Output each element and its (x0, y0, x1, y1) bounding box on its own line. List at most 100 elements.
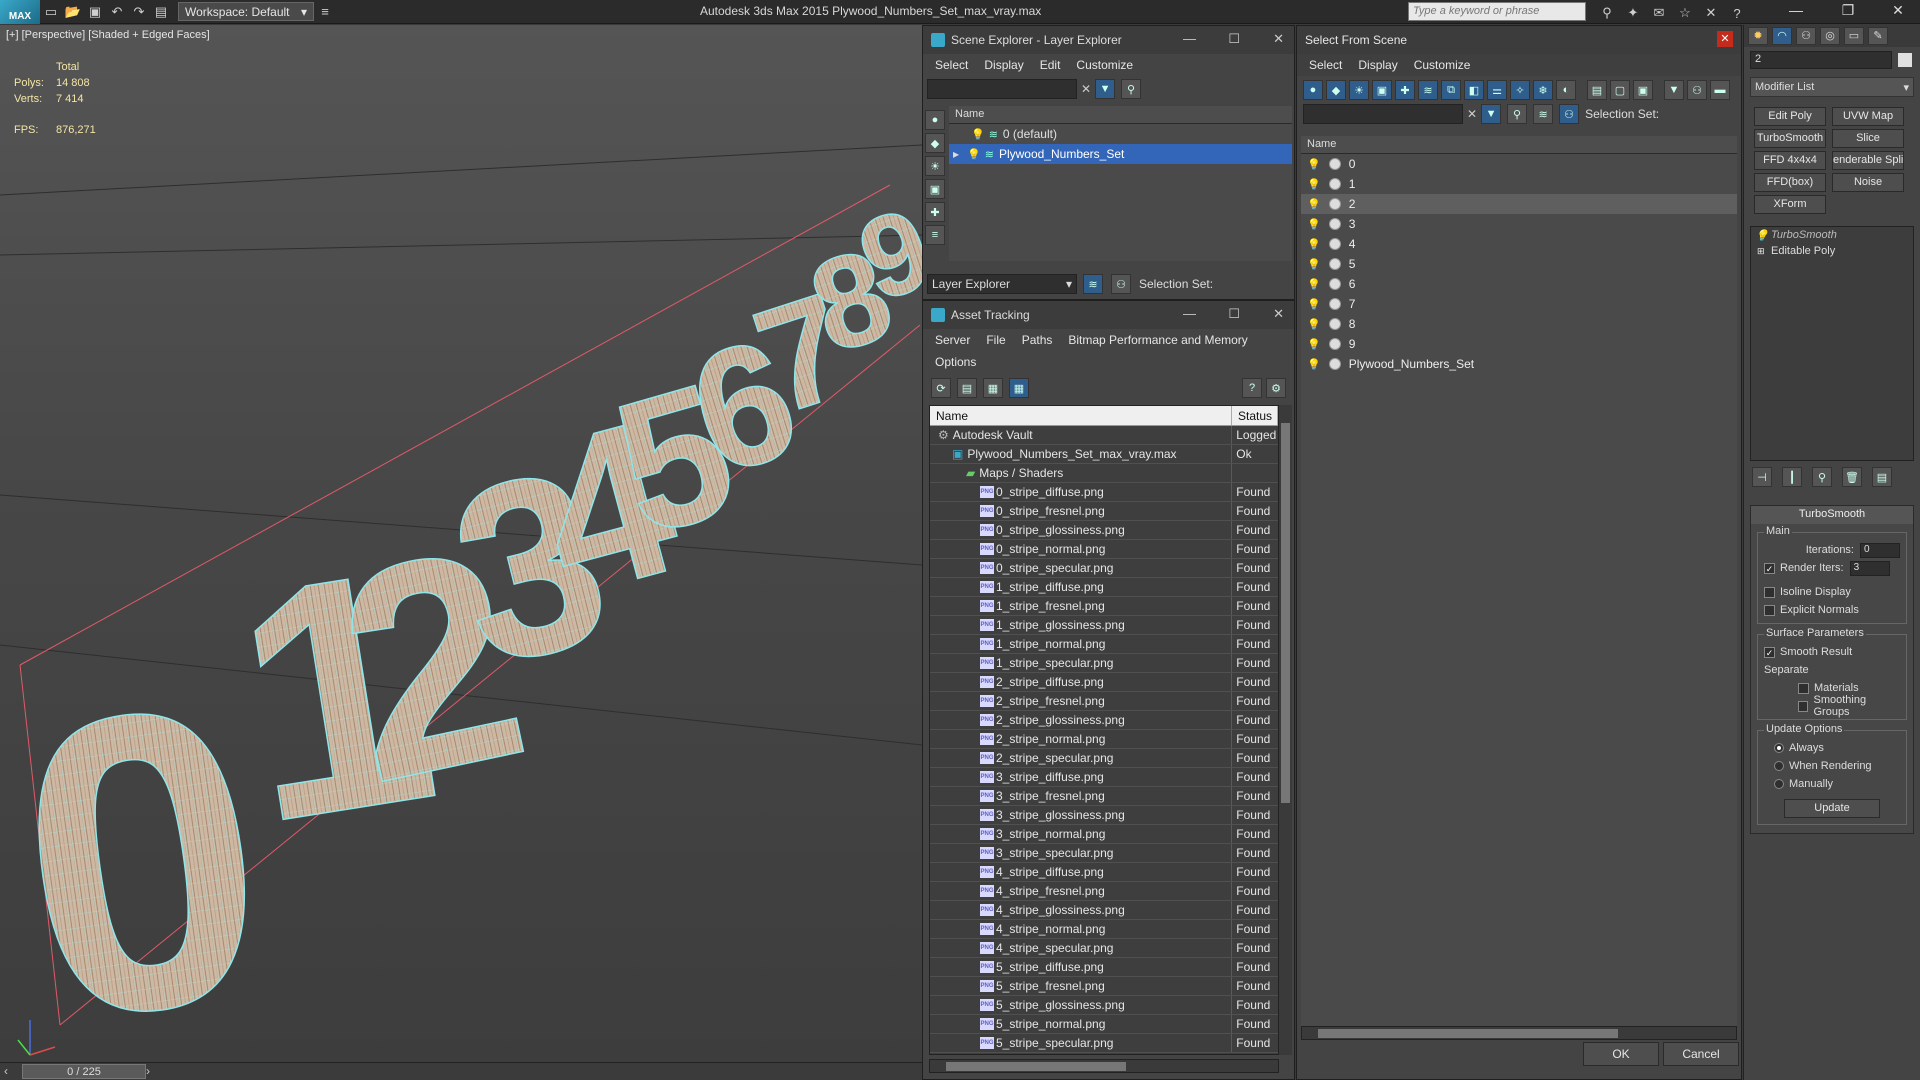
filter-icon[interactable]: ▼ (1095, 79, 1116, 99)
geometry-filter-icon[interactable]: ● (1303, 80, 1323, 100)
asset-row[interactable]: PNG 0_stripe_glossiness.png Found (930, 521, 1278, 540)
asset-row[interactable]: PNG 4_stripe_specular.png Found (930, 939, 1278, 958)
bone-filter-icon[interactable]: ⚌ (1487, 80, 1507, 100)
ffd-4x4x4-button[interactable]: FFD 4x4x4 (1754, 151, 1826, 170)
find-icon[interactable]: ⚲ (1507, 104, 1528, 124)
object-row[interactable]: 💡 7 (1301, 294, 1737, 314)
select-none-icon[interactable]: ▢ (1610, 80, 1630, 100)
hierarchy-icon[interactable]: ⚇ (1687, 80, 1707, 100)
asset-row[interactable]: PNG 0_stripe_specular.png Found (930, 559, 1278, 578)
render-iters-checkbox[interactable]: ✓ (1764, 562, 1775, 574)
menu-select[interactable]: Select (929, 58, 978, 72)
lightbulb-icon[interactable]: 💡 (1307, 158, 1321, 171)
turbosmooth-button[interactable]: TurboSmooth (1754, 129, 1826, 148)
asset-row[interactable]: PNG 5_stripe_normal.png Found (930, 1015, 1278, 1034)
modifier-list-dropdown[interactable]: Modifier List ▾ (1750, 77, 1914, 97)
asset-row[interactable]: PNG 4_stripe_fresnel.png Found (930, 882, 1278, 901)
open-file-icon[interactable]: 📂 (62, 2, 84, 22)
lightbulb-icon[interactable]: 💡 (1307, 278, 1321, 291)
asset-row[interactable]: PNG 4_stripe_normal.png Found (930, 920, 1278, 939)
manually-radio[interactable] (1774, 779, 1784, 789)
always-radio[interactable] (1774, 743, 1784, 753)
lightbulb-icon[interactable]: 💡 (1755, 229, 1769, 242)
restore-icon[interactable]: ❐ (1830, 2, 1866, 22)
edit-poly-button[interactable]: Edit Poly (1754, 107, 1826, 126)
layer-row-plywood[interactable]: ▸ 💡 ≋ Plywood_Numbers_Set (949, 144, 1292, 164)
asset-row[interactable]: PNG 2_stripe_fresnel.png Found (930, 692, 1278, 711)
clear-search-icon[interactable]: ✕ (1081, 82, 1091, 96)
smoothing-groups-checkbox[interactable] (1798, 700, 1809, 712)
asset-row[interactable]: PNG 5_stripe_fresnel.png Found (930, 977, 1278, 996)
scrollbar-thumb[interactable] (1318, 1029, 1618, 1038)
helper-filter-icon[interactable]: ✚ (1395, 80, 1415, 100)
scrollbar-thumb[interactable] (946, 1062, 1126, 1071)
asset-row[interactable]: PNG 1_stripe_fresnel.png Found (930, 597, 1278, 616)
asset-row[interactable]: PNG 1_stripe_normal.png Found (930, 635, 1278, 654)
thumbnail-view-icon[interactable]: ▦ (983, 378, 1003, 398)
object-row[interactable]: 💡 1 (1301, 174, 1737, 194)
make-unique-icon[interactable]: ⚲ (1812, 467, 1832, 487)
materials-checkbox[interactable] (1798, 682, 1809, 694)
menu-file[interactable]: File (980, 333, 1015, 347)
minimize-icon[interactable]: — (1183, 31, 1196, 46)
menu-customize[interactable]: Customize (1070, 58, 1143, 72)
stack-item-editable-poly[interactable]: ⊞ Editable Poly (1751, 243, 1913, 259)
column-header-name[interactable]: Name (930, 406, 1232, 425)
select-all-icon[interactable]: ▤ (1587, 80, 1607, 100)
rollout-title[interactable]: TurboSmooth (1751, 506, 1913, 524)
find-icon[interactable]: ⚲ (1121, 79, 1142, 99)
remove-modifier-icon[interactable]: 🗑 (1842, 467, 1862, 487)
display-lights-icon[interactable]: ☀ (925, 156, 945, 176)
asset-row[interactable]: PNG 5_stripe_diffuse.png Found (930, 958, 1278, 977)
camera-filter-icon[interactable]: ▣ (1372, 80, 1392, 100)
close-icon[interactable]: ✕ (1880, 2, 1916, 22)
lightbulb-icon[interactable]: 💡 (1307, 178, 1321, 191)
menu-display[interactable]: Display (1352, 58, 1407, 72)
minimize-icon[interactable]: — (1183, 306, 1196, 321)
asset-row[interactable]: PNG 2_stripe_glossiness.png Found (930, 711, 1278, 730)
scene-explorer-search-input[interactable] (927, 79, 1077, 99)
noise-button[interactable]: Noise (1832, 173, 1904, 192)
time-next-icon[interactable]: › (146, 1064, 150, 1078)
expand-plus-icon[interactable]: ⊞ (1757, 246, 1765, 257)
select-invert-icon[interactable]: ▣ (1633, 80, 1653, 100)
asset-row[interactable]: PNG 2_stripe_normal.png Found (930, 730, 1278, 749)
perspective-viewport[interactable]: [+] [Perspective] [Shaded + Edged Faces]… (0, 25, 922, 1062)
modify-tab-icon[interactable]: ◠ (1772, 27, 1792, 45)
close-icon[interactable]: ✕ (1273, 31, 1284, 47)
expand-arrow-icon[interactable]: ▸ (953, 147, 959, 161)
group-filter-icon[interactable]: ⧉ (1441, 80, 1461, 100)
refresh-icon[interactable]: ⟳ (931, 378, 951, 398)
pin-stack-icon[interactable]: ⊣ (1752, 467, 1772, 487)
project-folder-icon[interactable]: ▤ (150, 2, 172, 22)
ffd-box-button[interactable]: FFD(box) (1754, 173, 1826, 192)
asset-row[interactable]: PNG 4_stripe_diffuse.png Found (930, 863, 1278, 882)
object-row[interactable]: 💡 Plywood_Numbers_Set (1301, 354, 1737, 374)
list-view-icon[interactable]: ▤ (957, 378, 977, 398)
maximize-icon[interactable]: ☐ (1228, 306, 1240, 322)
explicit-normals-checkbox[interactable] (1764, 604, 1775, 616)
select-scene-titlebar[interactable]: Select From Scene ✕ (1297, 26, 1741, 54)
column-header-status[interactable]: Status (1232, 406, 1278, 425)
object-name-field[interactable]: 2 (1750, 51, 1892, 69)
asset-row[interactable]: PNG 3_stripe_diffuse.png Found (930, 768, 1278, 787)
lightbulb-icon[interactable]: 💡 (1307, 358, 1321, 371)
asset-row[interactable]: PNG 5_stripe_glossiness.png Found (930, 996, 1278, 1015)
menu-paths[interactable]: Paths (1016, 333, 1063, 347)
layer-row-default[interactable]: 💡 ≋ 0 (default) (949, 124, 1292, 144)
ok-button[interactable]: OK (1583, 1042, 1659, 1066)
collapse-icon[interactable]: ▬ (1710, 80, 1730, 100)
configure-sets-icon[interactable]: ▤ (1872, 467, 1892, 487)
search-input[interactable]: Type a keyword or phrase (1408, 2, 1586, 21)
asset-row[interactable]: ⚙ Autodesk Vault Logged (930, 426, 1278, 445)
asset-row[interactable]: PNG 4_stripe_glossiness.png Found (930, 901, 1278, 920)
save-file-icon[interactable]: ▣ (84, 2, 106, 22)
display-cameras-icon[interactable]: ▣ (925, 179, 945, 199)
smooth-result-checkbox[interactable]: ✓ (1764, 646, 1775, 658)
hierarchy-tab-icon[interactable]: ⚇ (1796, 27, 1816, 45)
workspace-menu-icon[interactable]: ≡ (314, 2, 336, 22)
display-helpers-icon[interactable]: ✚ (925, 202, 945, 222)
favorites-icon[interactable]: ☆ (1674, 3, 1696, 23)
lightbulb-icon[interactable]: 💡 (1307, 238, 1321, 251)
undo-icon[interactable]: ↶ (106, 2, 128, 22)
